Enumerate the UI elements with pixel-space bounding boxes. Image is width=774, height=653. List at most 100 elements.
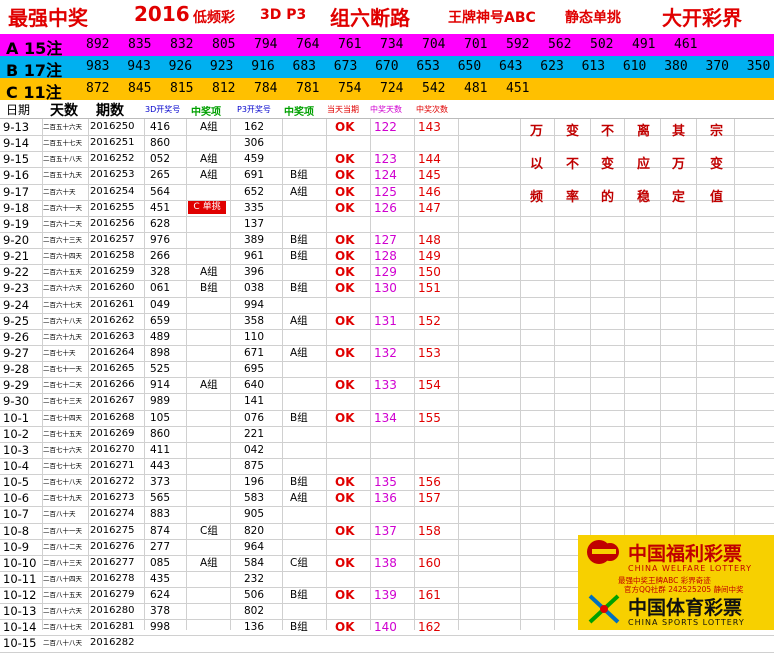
table-row: 9-28 二百七十一天 2016265 525 695 xyxy=(0,361,774,377)
win-count-cell: 147 xyxy=(418,201,441,215)
band-number: 781 xyxy=(296,81,320,96)
quote-char: 以 xyxy=(530,157,544,172)
date-cell: 9-17 xyxy=(3,185,30,199)
win-days-cell: 138 xyxy=(374,556,397,570)
table-row: 10-15 二百八十八天 2016282 xyxy=(0,635,774,651)
day-cell: 二百五十六天 xyxy=(43,123,82,131)
date-cell: 9-30 xyxy=(3,394,30,408)
win-days-cell: 137 xyxy=(374,524,397,538)
issue-cell: 2016251 xyxy=(90,137,135,148)
band-number: 704 xyxy=(422,37,446,52)
win-count-cell: 162 xyxy=(418,620,441,634)
draw-p3-cell: 905 xyxy=(244,508,265,520)
issue-cell: 2016256 xyxy=(90,218,135,229)
sports-title: 中国体育彩票 xyxy=(628,597,743,619)
band-number: 623 xyxy=(540,59,564,74)
day-cell: 二百八十二天 xyxy=(43,543,82,551)
group-cell: B组 xyxy=(290,169,308,181)
draw-p3-cell: 671 xyxy=(244,347,265,359)
table-row: 9-24 二百六十七天 2016261 049 994 xyxy=(0,297,774,313)
table-row: 9-18 二百六十一天 2016255 451 C 单挑 335 OK 126 147 xyxy=(0,200,774,216)
day-cell: 二百七十二天 xyxy=(43,381,82,389)
hit-cell: OK xyxy=(335,314,355,328)
draw-p3-cell: 162 xyxy=(244,121,265,133)
group-cell: B组 xyxy=(290,589,308,601)
hit-cell: OK xyxy=(335,411,355,425)
hit-cell: OK xyxy=(335,556,355,570)
table-row: 9-17 二百六十天 2016254 564 652 A组 OK 125 146 xyxy=(0,184,774,200)
date-cell: 9-13 xyxy=(3,120,30,134)
day-cell: 二百七十四天 xyxy=(43,414,82,422)
band-number: 734 xyxy=(380,37,404,52)
band-number: 592 xyxy=(506,37,530,52)
band-number: 943 xyxy=(127,59,151,74)
date-cell: 9-22 xyxy=(3,265,30,279)
day-cell: 二百六十六天 xyxy=(43,284,82,292)
draw-3d-cell: 085 xyxy=(150,557,171,569)
group-cell: B组 xyxy=(290,412,308,424)
quote-char: 变 xyxy=(566,124,580,139)
win-days-cell: 129 xyxy=(374,265,397,279)
table-row: 9-29 二百七十二天 2016266 914 A组 640 OK 133 154 xyxy=(0,377,774,393)
quote-char: 变 xyxy=(710,157,724,172)
day-cell: 二百八十八天 xyxy=(43,639,82,647)
quote-char: 其 xyxy=(672,124,686,139)
date-cell: 10-15 xyxy=(3,636,37,650)
date-cell: 9-29 xyxy=(3,378,30,392)
draw-3d-cell: 049 xyxy=(150,299,171,311)
issue-cell: 2016269 xyxy=(90,428,135,439)
draw-3d-cell: 373 xyxy=(150,476,171,488)
date-cell: 10-11 xyxy=(3,572,37,586)
band-number: 653 xyxy=(416,59,440,74)
draw-p3-cell: 584 xyxy=(244,557,265,569)
win-item-cell: A组 xyxy=(200,379,218,391)
welfare-logo-icon xyxy=(587,540,619,564)
table-row: 10-5 二百七十八天 2016272 373 196 B组 OK 135 156 xyxy=(0,474,774,490)
sports-subtitle: CHINA SPORTS LOTTERY xyxy=(628,618,745,627)
day-cell: 二百六十四天 xyxy=(43,252,82,260)
band-number: 983 xyxy=(86,59,110,74)
day-cell: 二百五十九天 xyxy=(43,171,82,179)
band-number: 845 xyxy=(128,81,152,96)
draw-p3-cell: 961 xyxy=(244,250,265,262)
draw-p3-cell: 640 xyxy=(244,379,265,391)
hit-cell: OK xyxy=(335,168,355,182)
header-win-days: 中奖天数 xyxy=(370,105,402,114)
draw-p3-cell: 306 xyxy=(244,137,265,149)
hit-cell: OK xyxy=(335,281,355,295)
draw-3d-cell: 883 xyxy=(150,508,171,520)
draw-3d-cell: 998 xyxy=(150,621,171,633)
day-cell: 二百六十八天 xyxy=(43,317,82,325)
issue-cell: 2016267 xyxy=(90,395,135,406)
date-cell: 9-25 xyxy=(3,314,30,328)
day-cell: 二百八十三天 xyxy=(43,559,82,567)
date-cell: 10-2 xyxy=(3,427,30,441)
issue-cell: 2016262 xyxy=(90,315,135,326)
quote-char: 率 xyxy=(566,190,580,205)
hit-cell: OK xyxy=(335,265,355,279)
table-row: 10-2 二百七十五天 2016269 860 221 xyxy=(0,426,774,442)
band-number: 832 xyxy=(170,37,194,52)
table-row: 9-14 二百五十七天 2016251 860 306 xyxy=(0,135,774,151)
band-number: 613 xyxy=(581,59,606,74)
draw-p3-cell: 691 xyxy=(244,169,265,181)
band-number: 461 xyxy=(674,37,698,52)
date-cell: 9-20 xyxy=(3,233,30,247)
draw-3d-cell: 416 xyxy=(150,121,171,133)
win-item-cell: A组 xyxy=(200,153,218,165)
hit-cell: OK xyxy=(335,185,355,199)
band-number: 673 xyxy=(333,59,358,74)
band-number: 643 xyxy=(499,59,523,74)
day-cell: 二百六十二天 xyxy=(43,220,82,228)
issue-cell: 2016275 xyxy=(90,525,135,536)
draw-p3-cell: 459 xyxy=(244,153,265,165)
date-cell: 10-6 xyxy=(3,491,30,505)
date-cell: 9-24 xyxy=(3,298,30,312)
issue-cell: 2016274 xyxy=(90,508,135,519)
day-cell: 二百六十五天 xyxy=(43,268,82,276)
band-number: 350 xyxy=(746,59,771,74)
date-cell: 10-5 xyxy=(3,475,30,489)
band-number: 370 xyxy=(705,59,729,74)
table-row: 10-7 二百八十天 2016274 883 905 xyxy=(0,506,774,522)
title-part-6: 王牌神号ABC xyxy=(448,10,536,26)
